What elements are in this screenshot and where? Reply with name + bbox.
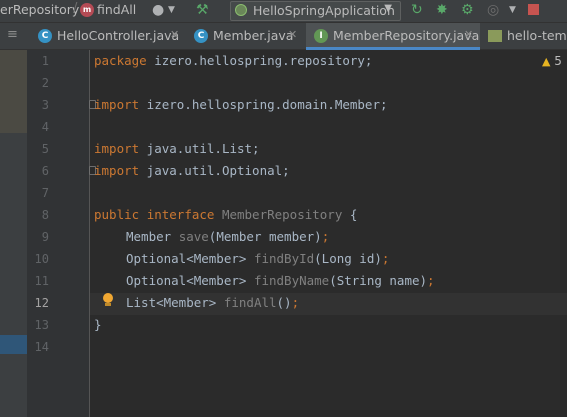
code-line-method[interactable]: Member save(Member member); xyxy=(126,229,329,244)
tab-label: Member.java xyxy=(213,28,294,43)
method-params: (Long id) xyxy=(314,251,382,266)
method-name: findAll xyxy=(223,295,277,310)
chevron-down-icon[interactable]: ▼ xyxy=(509,1,516,19)
keyword: import xyxy=(94,163,140,178)
html-file-icon xyxy=(488,30,502,42)
editor-tab-bar: ≡ C HelloController.java ✕ C Member.java… xyxy=(0,23,567,50)
code-text: java.util.List; xyxy=(139,141,260,156)
project-tree-selection[interactable] xyxy=(0,335,27,354)
interface-name: MemberRepository xyxy=(221,207,343,222)
close-icon[interactable]: ✕ xyxy=(170,28,179,41)
code-line-package[interactable]: package izero.hellospring.repository; xyxy=(94,53,372,68)
interface-icon: I xyxy=(314,29,328,43)
code-line-interface-declaration[interactable]: public interface MemberRepository { xyxy=(94,207,357,222)
coverage-icon[interactable]: ⚙ xyxy=(461,1,474,19)
line-number: 13 xyxy=(34,318,49,332)
code-text: izero.hellospring.domain.Member; xyxy=(139,97,388,112)
method-params: (Member member) xyxy=(208,229,322,244)
line-number: 9 xyxy=(41,230,49,244)
keyword: public xyxy=(94,207,140,222)
tab-list-icon[interactable]: ≡ xyxy=(7,27,18,42)
breadcrumb-file[interactable]: erRepository xyxy=(0,2,79,17)
line-number: 14 xyxy=(34,340,49,354)
code-line-method[interactable]: Optional<Member> findById(Long id); xyxy=(126,251,389,266)
keyword: import xyxy=(94,141,140,156)
line-number: 7 xyxy=(41,186,49,200)
chevron-down-icon[interactable]: ▼ xyxy=(168,1,175,19)
warning-count: 5 xyxy=(554,54,562,68)
return-type: Member xyxy=(126,229,179,244)
line-number: 8 xyxy=(41,208,49,222)
lightbulb-icon[interactable] xyxy=(102,293,114,307)
tab-member-repository[interactable]: I MemberRepository.java ✕ xyxy=(306,23,480,50)
line-number: 1 xyxy=(41,54,49,68)
method-params: () xyxy=(276,295,292,310)
run-configuration-select[interactable]: HelloSpringApplication ▼ xyxy=(230,1,401,21)
class-icon: C xyxy=(38,29,52,43)
line-number: 2 xyxy=(41,76,49,90)
line-number: 10 xyxy=(34,252,49,266)
tab-label: HelloController.java xyxy=(57,28,180,43)
code-line-closing-brace[interactable]: } xyxy=(94,317,102,332)
code-line-import[interactable]: import izero.hellospring.domain.Member; xyxy=(94,97,388,112)
run-configuration-name: HelloSpringApplication xyxy=(253,3,395,18)
inspection-warnings[interactable]: ▲ 5 xyxy=(542,54,562,68)
project-panel-header xyxy=(0,50,27,133)
line-number: 5 xyxy=(41,142,49,156)
tab-hello-template[interactable]: hello-temp xyxy=(482,23,567,49)
line-number: 11 xyxy=(34,274,49,288)
keyword: package xyxy=(94,53,147,68)
code-line-import[interactable]: import java.util.List; xyxy=(94,141,260,156)
code-text: { xyxy=(342,207,358,222)
stop-icon[interactable] xyxy=(528,4,539,15)
rerun-icon[interactable]: ↻ xyxy=(411,1,423,19)
code-line-method-current[interactable]: List<Member> findAll(); xyxy=(126,295,299,310)
code-text: java.util.Optional; xyxy=(139,163,290,178)
line-number: 6 xyxy=(41,164,49,178)
tab-member[interactable]: C Member.java ✕ xyxy=(186,23,304,49)
breadcrumb-method[interactable]: findAll xyxy=(97,2,136,17)
keyword: interface xyxy=(146,207,215,222)
line-number: 3 xyxy=(41,98,49,112)
code-line-import[interactable]: import java.util.Optional; xyxy=(94,163,290,178)
close-icon[interactable]: ✕ xyxy=(464,28,473,41)
method-icon: m xyxy=(80,3,94,17)
return-type: Optional<Member> xyxy=(126,273,254,288)
warning-icon: ▲ xyxy=(542,55,551,68)
tab-hello-controller[interactable]: C HelloController.java ✕ xyxy=(30,23,184,49)
line-number-current: 12 xyxy=(34,296,49,310)
keyword: import xyxy=(94,97,140,112)
breadcrumb-separator: / xyxy=(73,1,78,16)
method-name: findByName xyxy=(253,273,330,288)
tab-label: hello-temp xyxy=(507,28,567,43)
method-name: findById xyxy=(253,251,315,266)
close-icon[interactable]: ✕ xyxy=(288,28,297,41)
line-number: 4 xyxy=(41,120,49,134)
tab-label: MemberRepository.java xyxy=(333,28,480,43)
profile-icon[interactable]: ◎ xyxy=(487,1,499,19)
class-icon: C xyxy=(194,29,208,43)
debug-icon[interactable]: ✸ xyxy=(436,1,448,19)
spring-icon xyxy=(235,4,247,16)
method-name: save xyxy=(178,229,209,244)
hammer-icon[interactable]: ⚒ xyxy=(196,1,209,19)
chevron-down-icon: ▼ xyxy=(384,3,392,14)
return-type: Optional<Member> xyxy=(126,251,254,266)
code-text: izero.hellospring.repository; xyxy=(146,53,373,68)
navigation-toolbar: erRepository / m findAll ● ▼ ⚒ HelloSpri… xyxy=(0,0,567,23)
code-line-method[interactable]: Optional<Member> findByName(String name)… xyxy=(126,273,435,288)
method-params: (String name) xyxy=(329,273,428,288)
return-type: List<Member> xyxy=(126,295,224,310)
user-icon[interactable]: ● xyxy=(152,1,164,19)
